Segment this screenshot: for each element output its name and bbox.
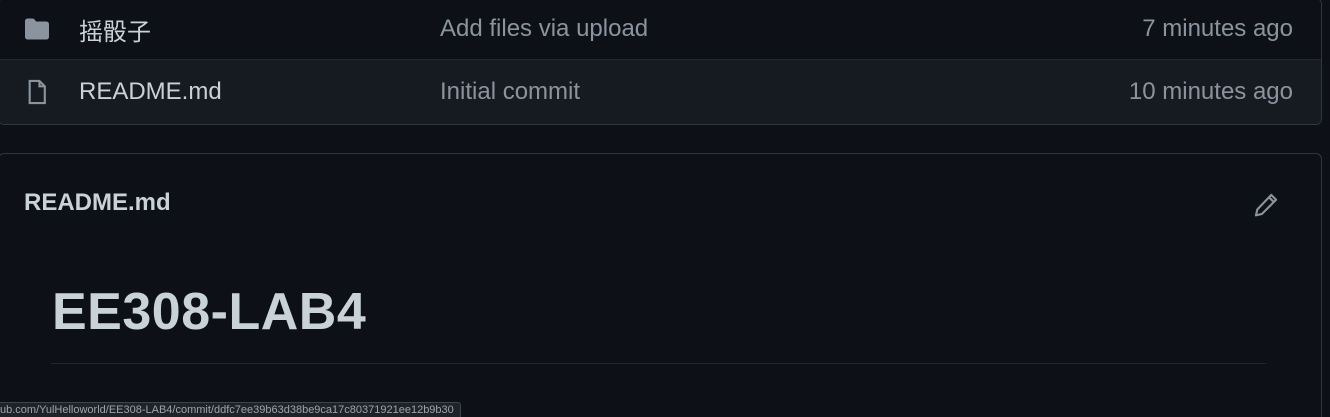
folder-icon [22,14,52,44]
file-icon [22,77,52,107]
pencil-icon [1254,193,1278,217]
commit-message-link[interactable]: Initial commit [440,78,580,106]
readme-title[interactable]: README.md [24,189,171,217]
readme-header: README.md [0,154,1321,252]
file-row-readme[interactable]: README.md Initial commit 10 minutes ago [0,59,1321,124]
heading-divider [51,363,1266,364]
file-name-link[interactable]: README.md [79,78,222,106]
edit-readme-button[interactable] [1251,190,1281,220]
file-name-link[interactable]: 摇骰子 [79,12,151,47]
commit-message-link[interactable]: Add files via upload [440,15,648,43]
file-row-folder[interactable]: 摇骰子 Add files via upload 7 minutes ago [0,0,1321,59]
status-bar-url: ub.com/YulHelloworld/EE308-LAB4/commit/d… [0,402,461,417]
commit-time: 7 minutes ago [1142,15,1293,42]
commit-time: 10 minutes ago [1128,78,1293,105]
page: 摇骰子 Add files via upload 7 minutes ago R… [0,0,1330,417]
readme-heading: EE308-LAB4 [52,283,367,341]
file-list: 摇骰子 Add files via upload 7 minutes ago R… [0,0,1322,125]
readme-panel: README.md EE308-LAB4 [0,153,1322,417]
